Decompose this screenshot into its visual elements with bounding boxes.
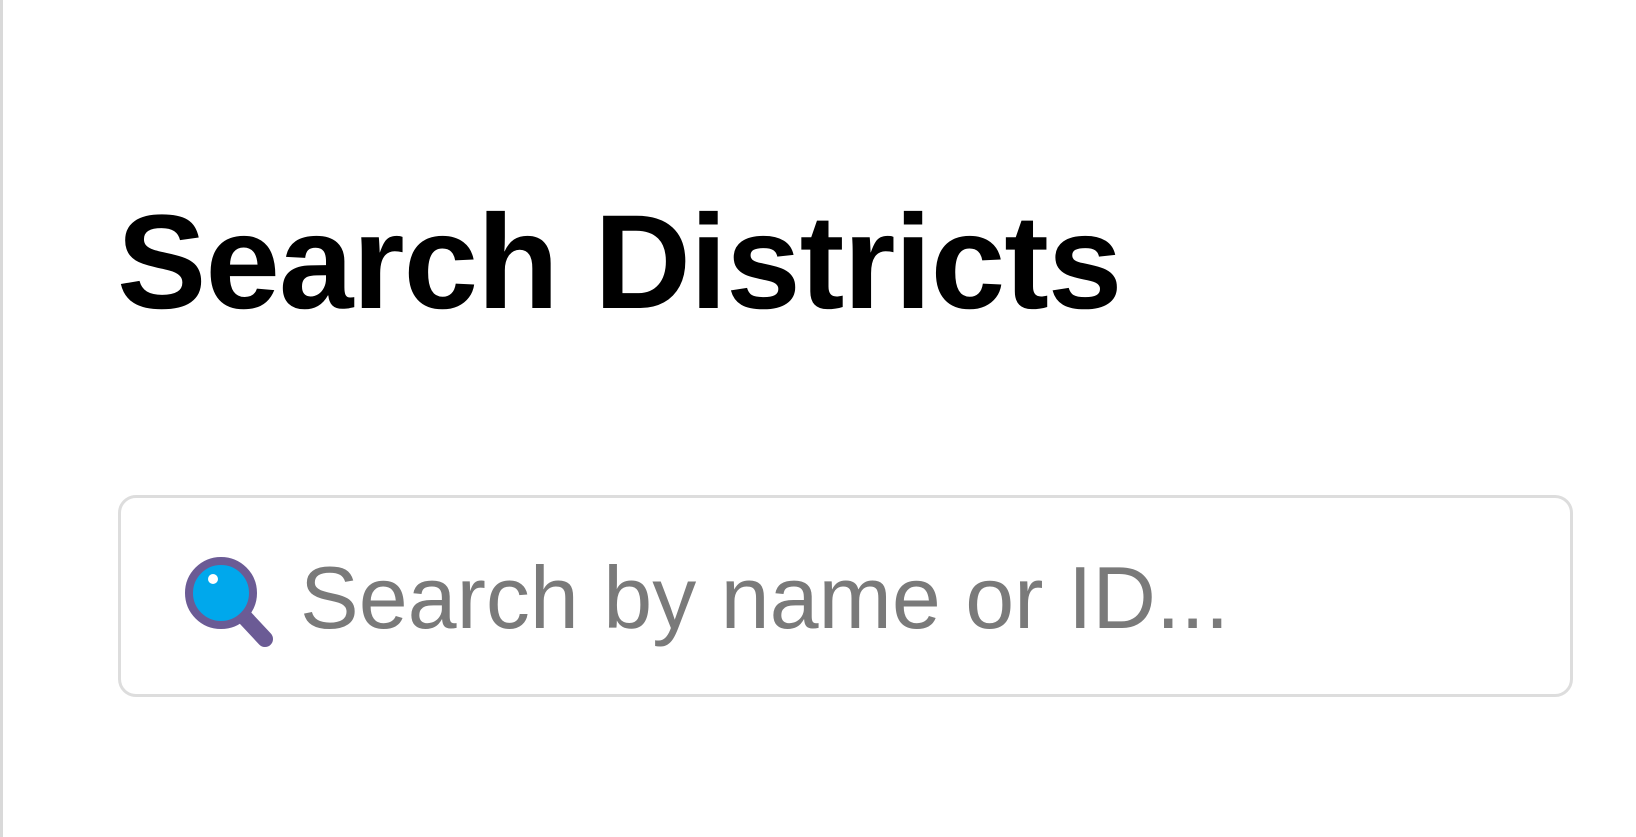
page-title: Search Districts: [117, 188, 1122, 337]
search-icon: [181, 553, 281, 653]
search-panel: Search Districts: [0, 0, 1636, 837]
search-input[interactable]: [300, 538, 1500, 658]
search-box[interactable]: [118, 495, 1573, 697]
